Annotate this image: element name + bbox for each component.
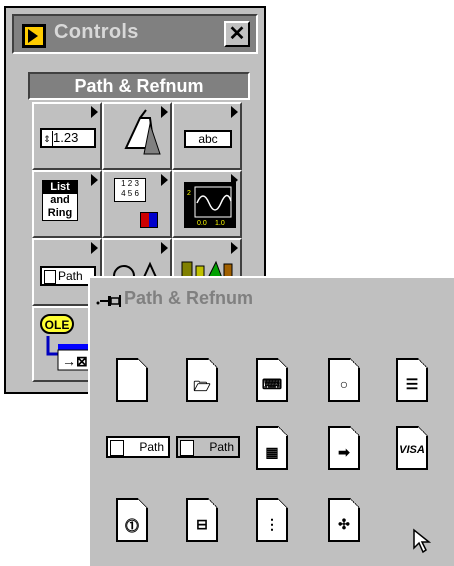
alert-file-icon: ⓵ — [116, 498, 148, 542]
list-ring-icon: List and Ring — [42, 180, 78, 221]
graph-palette-button[interactable]: 2 0.0 1.0 — [172, 170, 242, 238]
numeric-palette-button[interactable]: ⇕ 1.23 — [32, 102, 102, 170]
submenu-arrow-icon — [161, 106, 168, 118]
submenu-arrow-icon — [91, 242, 98, 254]
network-refnum-button[interactable]: ➡ — [322, 424, 366, 474]
list-ring-palette-button[interactable]: List and Ring — [32, 170, 102, 238]
submenu-arrow-icon — [231, 174, 238, 186]
svg-text:→⊠: →⊠ — [62, 353, 88, 369]
rendezvous-refnum-button[interactable]: ✣ — [322, 496, 366, 546]
occurrence-refnum-button[interactable]: ▦ — [250, 424, 294, 474]
keyboard-file-icon: ⌨ — [256, 358, 288, 402]
submenu-arrow-icon — [231, 242, 238, 254]
boolean-palette-button[interactable] — [102, 102, 172, 170]
submenu-arrow-icon — [91, 174, 98, 186]
palette-header: Path & Refnum — [28, 72, 250, 100]
path-icon — [180, 440, 194, 456]
mouse-pointer-icon — [413, 528, 432, 554]
window-title: Controls — [54, 21, 139, 43]
pushpin-icon[interactable] — [96, 294, 122, 308]
datalog-file-icon: ☰ — [396, 358, 428, 402]
file-icon — [116, 358, 148, 402]
svg-text:2: 2 — [187, 190, 191, 197]
subpalette-title: Path & Refnum — [124, 288, 254, 308]
svg-text:0.0: 0.0 — [197, 220, 207, 227]
semaphore-refnum-button[interactable]: ⋮ — [250, 496, 294, 546]
dir-refnum-button[interactable]: 🗁 — [180, 356, 224, 406]
submenu-arrow-icon — [161, 174, 168, 186]
submenu-arrow-icon — [161, 242, 168, 254]
string-control-icon: abc — [184, 130, 232, 148]
traffic-light-file-icon: ⋮ — [256, 498, 288, 542]
notifier-refnum-button[interactable]: ⓵ — [110, 496, 154, 546]
grid-file-icon: ▦ — [256, 426, 288, 470]
arrow-file-icon: ➡ — [328, 426, 360, 470]
path-icon — [110, 440, 124, 456]
visa-refnum-button[interactable]: VISA — [390, 424, 434, 474]
svg-text:1.0: 1.0 — [215, 220, 225, 227]
string-palette-button[interactable]: abc — [172, 102, 242, 170]
path-control-button[interactable]: Path — [106, 436, 170, 458]
close-button[interactable]: ✕ — [224, 21, 250, 47]
submenu-arrow-icon — [91, 106, 98, 118]
numeric-control-icon: ⇕ 1.23 — [40, 128, 96, 148]
graph-icon: 2 0.0 1.0 — [184, 182, 236, 228]
queue-file-icon: ⊟ — [186, 498, 218, 542]
cluster-icon — [140, 212, 158, 228]
array-cluster-palette-button[interactable]: 1 2 3 4 5 6 — [102, 170, 172, 238]
circle-file-icon: ○ — [328, 358, 360, 402]
array-icon: 1 2 3 4 5 6 — [114, 178, 146, 202]
submenu-arrow-icon — [231, 106, 238, 118]
visa-file-icon: VISA — [396, 426, 428, 470]
datalog-refnum-button[interactable]: ☰ — [390, 356, 434, 406]
byte-stream-refnum-button[interactable]: ○ — [322, 356, 366, 406]
path-indicator-button[interactable]: Path — [176, 436, 240, 458]
labview-icon — [22, 24, 46, 48]
controls-titlebar[interactable]: Controls ✕ — [12, 14, 258, 54]
file-refnum-button[interactable] — [110, 356, 154, 406]
merge-arrows-file-icon: ✣ — [328, 498, 360, 542]
queue-refnum-button[interactable]: ⊟ — [180, 496, 224, 546]
folder-file-icon: 🗁 — [186, 358, 218, 402]
device-refnum-button[interactable]: ⌨ — [250, 356, 294, 406]
